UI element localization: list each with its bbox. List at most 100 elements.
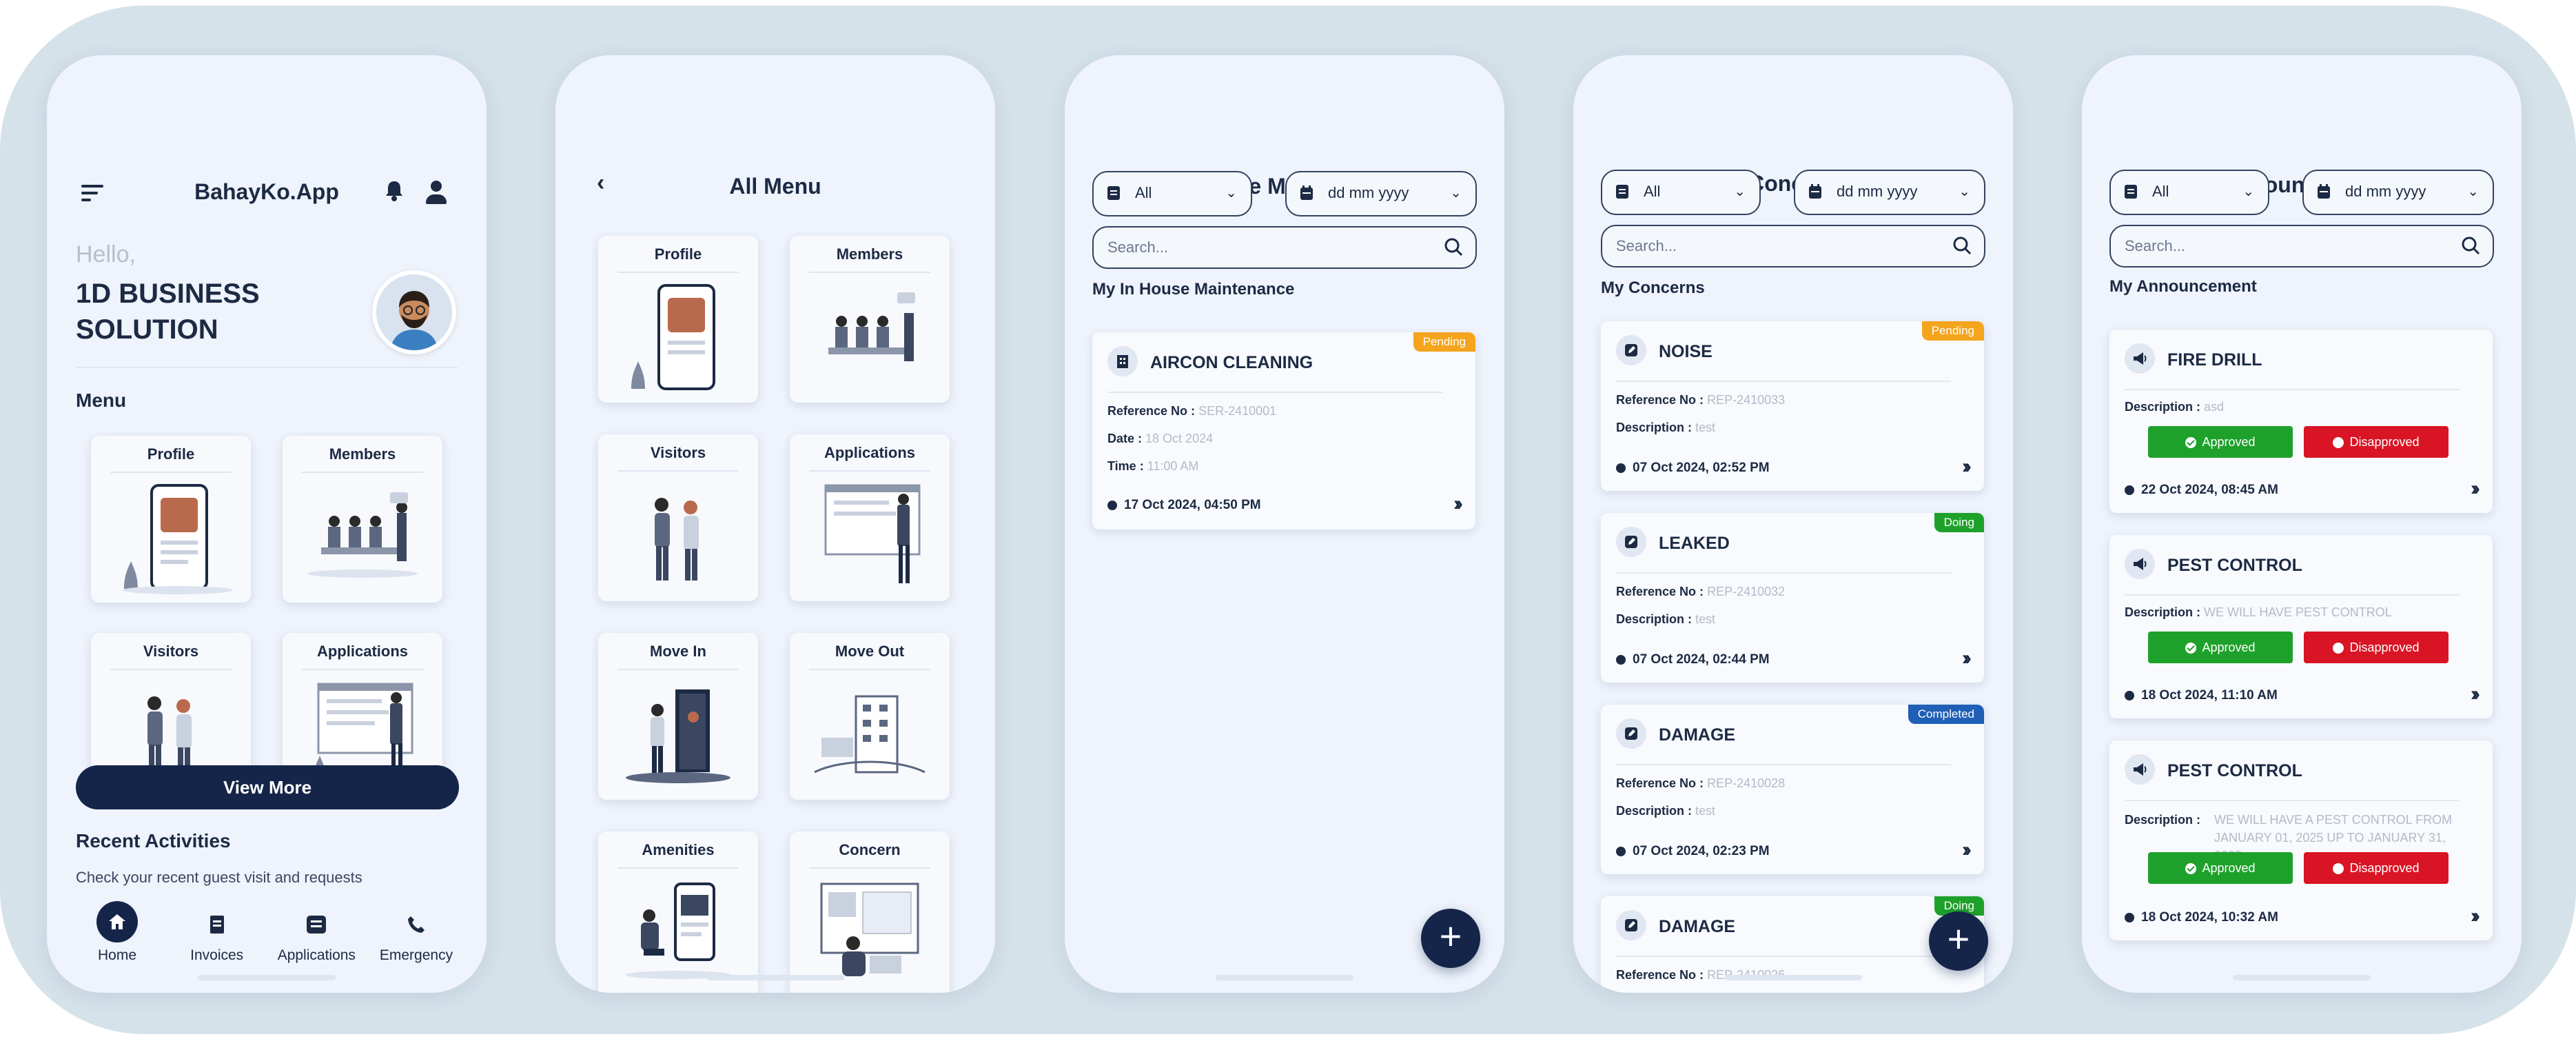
announcement-card[interactable]: FIRE DRILL Description : asd Approved Di… [2109,330,2493,513]
phone-icon [407,916,425,933]
edit-icon [1616,910,1646,940]
menu-tile-members[interactable]: Members [283,436,442,603]
page-title: All Menu [729,173,821,199]
double-chevron-icon[interactable]: ›› [1962,647,1972,670]
x-icon [2333,640,2344,672]
description-row: Description : asd [2125,400,2225,414]
add-button[interactable]: + [1929,911,1988,971]
status-filter[interactable]: All ⌄ [1601,170,1761,215]
filter-icon [2125,185,2137,199]
user-icon[interactable] [425,181,448,205]
menu-tile-concern[interactable]: Concern [790,831,950,993]
clock-icon [2125,485,2134,495]
concern-card[interactable]: Doing LEAKED Reference No : REP-2410032 … [1601,513,1984,683]
edit-icon [1616,527,1646,557]
all-menu-screen: ‹ All Menu Profile Members Visitors Appl… [555,55,995,993]
double-chevron-icon[interactable]: ›› [1962,455,1972,478]
disapproved-button[interactable]: Disapproved [2304,426,2449,467]
disapproved-button[interactable]: Disapproved [2304,852,2449,893]
card-timestamp: 22 Oct 2024, 08:45 AM [2125,483,2278,498]
applications-illustration [824,484,921,583]
double-chevron-icon[interactable]: ›› [2471,683,2480,706]
view-more-button[interactable]: View More [76,765,459,809]
nav-home[interactable]: Home [76,901,159,969]
greeting: Hello, [76,241,136,268]
menu-tile-move-out[interactable]: Move Out [790,633,950,800]
back-icon[interactable]: ‹ [597,170,604,196]
maintenance-card[interactable]: Pending AIRCON CLEANING Reference No : S… [1092,332,1475,529]
members-illustration [828,292,915,361]
disapproved-button[interactable]: Disapproved [2304,632,2449,672]
section-title: My Announcement [2109,277,2257,296]
card-timestamp: 07 Oct 2024, 02:52 PM [1616,461,1770,476]
date-filter[interactable]: dd mm yyyy ⌄ [2302,170,2494,215]
status-filter[interactable]: All ⌄ [1092,171,1252,216]
card-title: AIRCON CLEANING [1150,353,1313,372]
reference-row: Reference No : REP-2410032 [1616,585,1786,598]
section-title: My In House Maintenance [1092,280,1295,299]
card-title: PEST CONTROL [2167,556,2302,575]
chevron-down-icon: ⌄ [1734,184,1746,199]
approved-button[interactable]: Approved [2148,852,2293,884]
bell-icon[interactable] [383,179,405,208]
search-icon[interactable] [1952,236,1972,255]
invoice-icon [209,916,224,934]
approved-button[interactable]: Approved [2148,426,2293,458]
home-indicator [198,975,336,980]
card-title: DAMAGE [1659,725,1736,745]
card-timestamp: 17 Oct 2024, 04:50 PM [1107,498,1261,513]
concern-card[interactable]: Pending NOISE Reference No : REP-2410033… [1601,321,1984,491]
date-filter[interactable]: dd mm yyyy ⌄ [1285,171,1477,216]
date-row: Date : 18 Oct 2024 [1107,432,1214,445]
description-row: Description : test [1616,804,1716,818]
double-chevron-icon[interactable]: ›› [1453,492,1463,516]
search-input[interactable] [1615,234,1907,258]
search-box[interactable] [1601,225,1985,268]
menu-tile-amenities[interactable]: Amenities [598,831,758,993]
reference-row: Reference No : REP-2410033 [1616,393,1786,407]
nav-applications[interactable]: Applications [275,907,358,969]
megaphone-icon [2125,754,2155,785]
double-chevron-icon[interactable]: ›› [2471,477,2480,501]
concern-card[interactable]: Completed DAMAGE Reference No : REP-2410… [1601,705,1984,874]
add-button[interactable]: + [1421,909,1480,968]
announcement-card[interactable]: PEST CONTROL Description : WE WILL HAVE … [2109,535,2493,718]
home-indicator [2233,975,2371,980]
double-chevron-icon[interactable]: ›› [1962,838,1972,862]
status-badge: Completed [1908,705,1984,724]
menu-tile-visitors[interactable]: Visitors [598,434,758,601]
megaphone-icon [2125,549,2155,579]
chevron-down-icon: ⌄ [1225,185,1237,201]
nav-invoices[interactable]: Invoices [176,907,258,969]
clock-icon [2125,913,2134,922]
filter-icon [1616,185,1628,199]
building-icon [1107,346,1138,376]
menu-tile-members[interactable]: Members [790,236,950,403]
tile-label: Members [329,445,396,463]
search-box[interactable] [2109,225,2494,268]
card-timestamp: 18 Oct 2024, 11:10 AM [2125,688,2278,703]
section-title: My Concerns [1601,279,1705,297]
reference-row: Reference No : REP-2410028 [1616,776,1786,790]
search-input[interactable] [2123,234,2415,258]
search-icon[interactable] [1444,237,1463,256]
search-icon[interactable] [2461,236,2480,255]
announcement-card[interactable]: PEST CONTROL Description : WE WILL HAVE A… [2109,740,2493,940]
home-indicator [706,975,844,980]
approved-button[interactable]: Approved [2148,632,2293,663]
nav-emergency[interactable]: Emergency [375,907,458,969]
card-title: LEAKED [1659,534,1730,553]
search-box[interactable] [1092,226,1477,269]
double-chevron-icon[interactable]: ›› [2471,905,2480,928]
menu-tile-applications[interactable]: Applications [790,434,950,601]
menu-tile-profile[interactable]: Profile [91,436,251,603]
menu-title: Menu [76,390,127,411]
avatar[interactable] [372,270,456,354]
check-icon [2185,863,2197,874]
chevron-down-icon: ⌄ [2242,184,2254,199]
search-input[interactable] [1106,236,1398,259]
status-filter[interactable]: All ⌄ [2109,170,2269,215]
menu-tile-profile[interactable]: Profile [598,236,758,403]
date-filter[interactable]: dd mm yyyy ⌄ [1794,170,1985,215]
menu-tile-move-in[interactable]: Move In [598,633,758,800]
